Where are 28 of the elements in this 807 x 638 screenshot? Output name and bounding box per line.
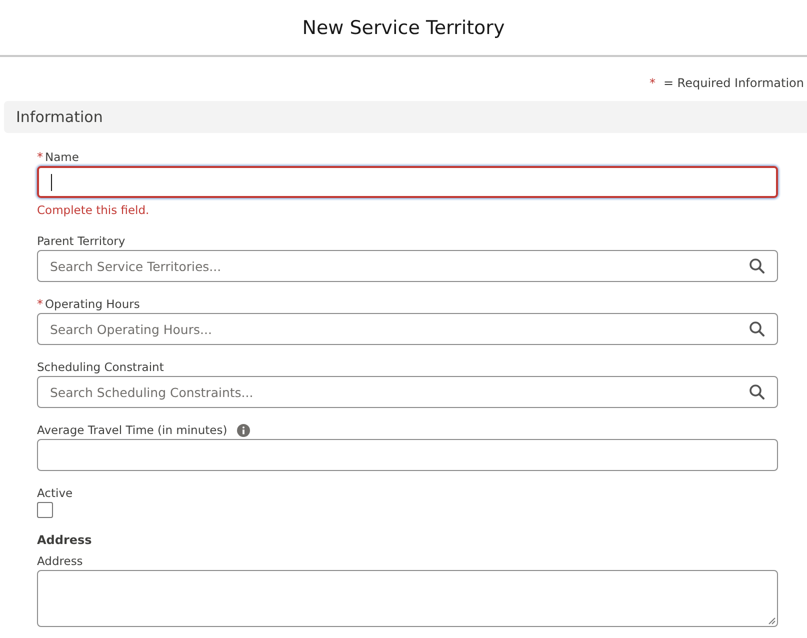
required-marker: *	[37, 150, 43, 164]
resize-handle-icon[interactable]	[768, 617, 776, 625]
search-icon	[749, 258, 765, 274]
required-marker: *	[37, 297, 43, 311]
field-label: Active	[37, 486, 73, 500]
field-label: Name	[45, 150, 79, 164]
window-title: New Service Territory	[302, 16, 505, 38]
field-label: Parent Territory	[37, 234, 126, 248]
input-field[interactable]	[37, 166, 778, 198]
search-field[interactable]: Search Scheduling Constraints...	[37, 376, 778, 408]
field-label: Scheduling Constraint	[37, 360, 164, 374]
search-icon	[749, 321, 765, 337]
text-cursor	[51, 174, 52, 190]
search-icon	[749, 384, 765, 400]
subsection-heading: Address	[37, 533, 92, 547]
error-message: Complete this field.	[37, 202, 150, 219]
legend-text: = Required Information	[663, 76, 804, 90]
input-field[interactable]	[37, 439, 778, 471]
search-field[interactable]: Search Service Territories...	[37, 250, 778, 282]
text-area[interactable]	[37, 570, 778, 627]
search-field[interactable]: Search Operating Hours...	[37, 313, 778, 345]
info-icon[interactable]	[237, 424, 250, 436]
field-label: Address	[37, 554, 83, 568]
field-label: Average Travel Time (in minutes)	[37, 423, 228, 437]
checkbox[interactable]	[37, 502, 53, 518]
field-label: Operating Hours	[45, 297, 140, 311]
section-header: Information	[4, 101, 807, 133]
required-marker: *	[649, 76, 656, 90]
